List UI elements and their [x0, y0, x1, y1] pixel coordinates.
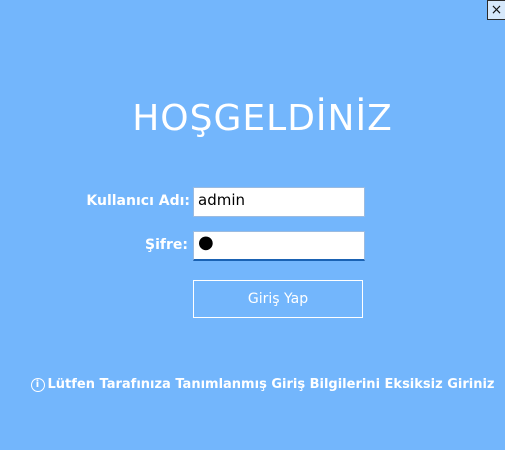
username-label: Kullanıcı Adı:: [86, 193, 190, 209]
info-icon: i: [30, 377, 45, 392]
username-field[interactable]: admin: [193, 187, 365, 217]
close-button[interactable]: ×: [487, 0, 505, 20]
info-text: Lütfen Tarafınıza Tanımlanmış Giriş Bilg…: [47, 377, 495, 392]
password-label: Şifre:: [145, 237, 188, 253]
login-button-label: Giriş Yap: [247, 291, 309, 307]
info-message: i Lütfen Tarafınıza Tanımlanmış Giriş Bi…: [0, 377, 505, 392]
close-icon: ×: [490, 2, 503, 18]
login-button[interactable]: Giriş Yap: [193, 280, 363, 318]
page-title: HOŞGELDİNİZ: [132, 98, 393, 139]
password-field[interactable]: ●: [193, 231, 365, 261]
